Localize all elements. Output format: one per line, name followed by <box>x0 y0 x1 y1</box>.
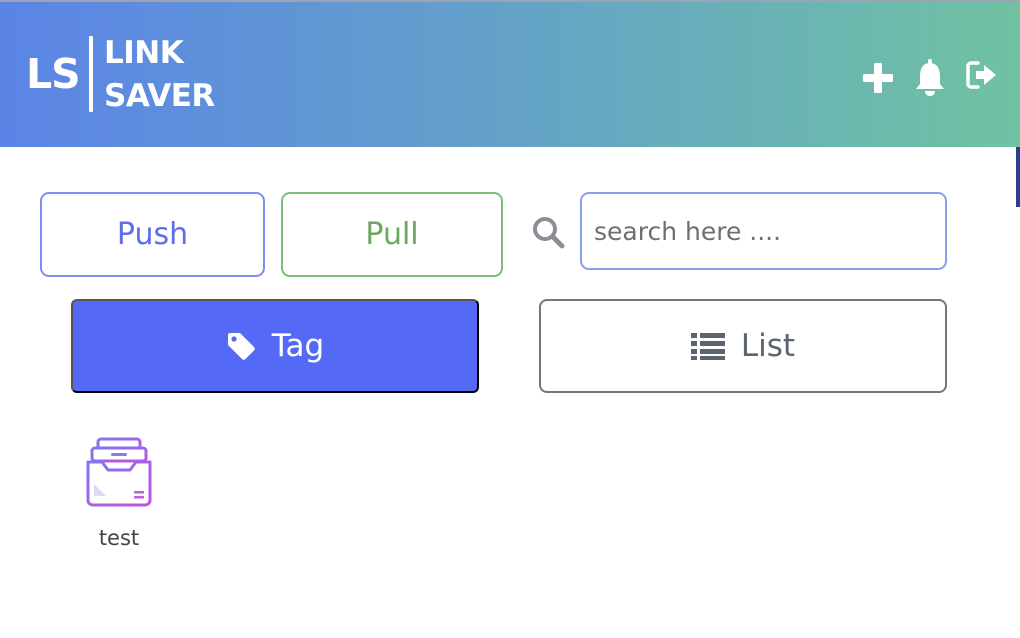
list-view-button[interactable]: List <box>539 299 947 393</box>
bell-icon[interactable] <box>914 58 946 98</box>
tag-item[interactable]: test <box>75 436 163 550</box>
search-icon <box>531 215 567 255</box>
push-button[interactable]: Push <box>40 192 265 277</box>
plus-icon[interactable] <box>862 61 894 95</box>
tag-view-button[interactable]: Tag <box>71 299 479 393</box>
list-icon <box>690 332 725 360</box>
search-input[interactable] <box>580 192 947 270</box>
sign-out-icon[interactable] <box>966 60 998 90</box>
inbox-tray-icon <box>75 436 163 508</box>
tag-view-label: Tag <box>271 328 325 364</box>
pull-button-label: Pull <box>365 217 419 252</box>
tag-icon <box>226 331 256 361</box>
list-view-label: List <box>740 328 796 364</box>
logo-mark: LS <box>26 50 81 98</box>
pull-button[interactable]: Pull <box>281 192 503 277</box>
logo-title-line1: LINK <box>104 35 184 71</box>
push-button-label: Push <box>116 217 189 252</box>
app-header: LS LINK SAVER <box>0 0 1020 147</box>
scrollbar-edge <box>1016 147 1020 207</box>
tag-item-label: test <box>98 526 140 550</box>
logo-title-line2: SAVER <box>104 78 215 114</box>
logo-divider <box>89 36 93 112</box>
